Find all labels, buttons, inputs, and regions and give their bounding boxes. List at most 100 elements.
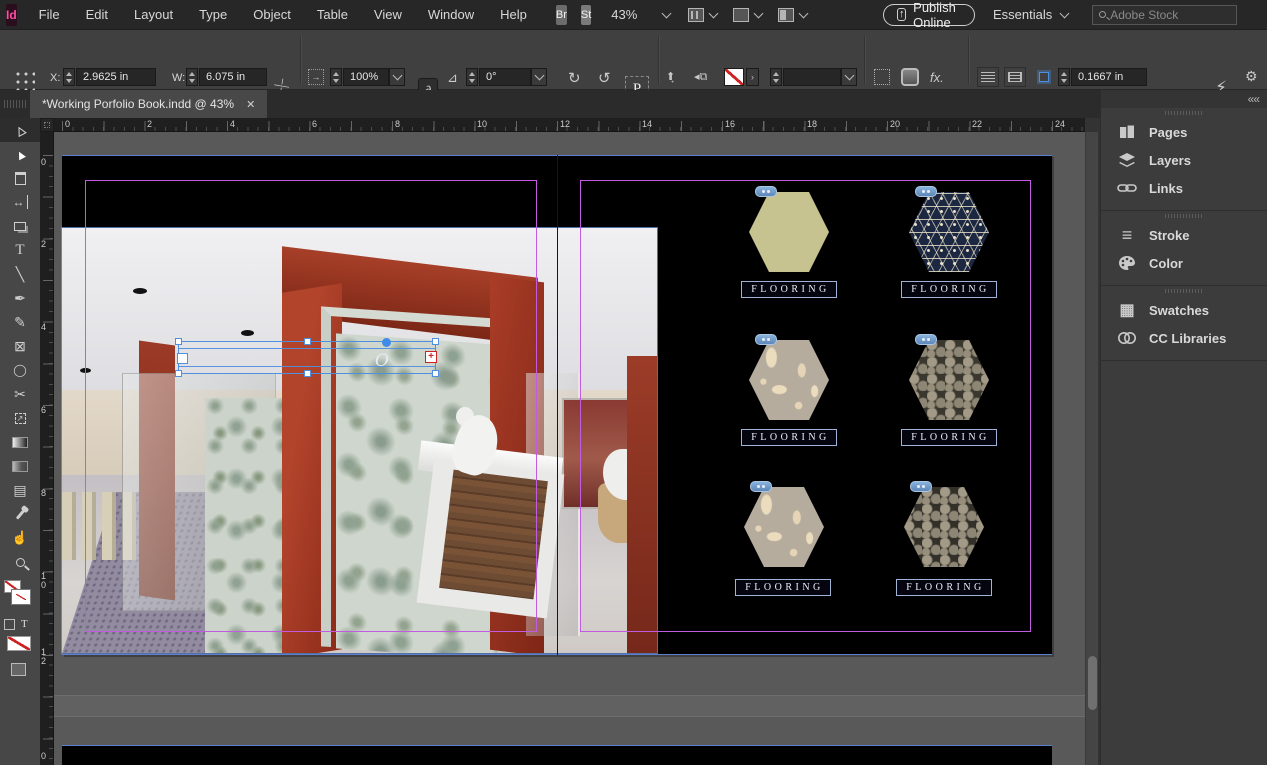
eyedropper-tool[interactable] [0,502,40,526]
bridge-button[interactable]: Br [555,4,567,25]
note-tool[interactable]: ▤ [0,478,40,502]
panel-group-grip[interactable] [1101,286,1267,296]
zoom-tool[interactable] [0,550,40,574]
search-input[interactable] [1110,7,1231,22]
link-badge-icon[interactable] [750,481,772,492]
line-tool[interactable]: ╲ [0,262,40,286]
selection-tool[interactable]: ▲ [0,118,40,142]
w-field[interactable]: 6.075 in [199,68,267,86]
link-badge-icon[interactable] [755,186,777,197]
arrange-documents-dropdown[interactable] [778,7,809,22]
zoom-level-value[interactable]: 43% [611,7,637,22]
effects-fx-icon[interactable]: fx. [930,70,944,85]
menu-file[interactable]: File [26,0,73,29]
page-tool[interactable] [0,166,40,190]
link-badge-icon[interactable] [915,186,937,197]
rotation-stepper[interactable] [466,68,478,86]
scale-x-stepper[interactable] [330,68,342,86]
scale-x-field[interactable]: 100% [343,68,389,86]
vertical-scrollbar[interactable] [1085,132,1098,765]
free-transform-tool[interactable]: ↗ [0,406,40,430]
content-collector-tool[interactable] [0,214,40,238]
stock-button[interactable]: St [580,4,592,25]
x-stepper[interactable] [63,68,75,86]
gradient-swatch-tool[interactable] [0,430,40,454]
affects-text-icon[interactable]: T [21,618,28,630]
link-badge-icon[interactable] [755,334,777,345]
menu-object[interactable]: Object [240,0,304,29]
menu-view[interactable]: View [361,0,415,29]
gear-icon[interactable]: ⚙ [1245,68,1258,85]
view-options-dropdown[interactable] [688,7,719,22]
selected-text-frame[interactable]: + O [175,338,439,377]
panel-links[interactable]: Links [1101,174,1267,202]
document-tab[interactable]: *Working Porfolio Book.indd @ 43% ✕ [30,90,268,118]
stroke-weight-field[interactable] [783,68,841,86]
rotation-dropdown[interactable] [531,68,547,86]
document-canvas[interactable]: FLOORING FLOORING FLOORING FLOORING FLOO… [54,132,1085,765]
stroke-weight-stepper[interactable] [770,68,782,86]
formatting-affects-toggle[interactable]: T [4,618,36,630]
type-tool[interactable]: T [0,238,40,262]
direct-selection-tool[interactable]: ▲ [0,142,40,166]
scale-x-dropdown[interactable] [389,68,405,86]
panel-cc-libraries[interactable]: CC Libraries [1101,324,1267,352]
scissors-tool[interactable]: ✂ [0,382,40,406]
wrap-bounding-box-button[interactable] [1004,67,1026,87]
corner-options-icon[interactable] [874,69,890,85]
select-prev-object-icon[interactable]: ⬆͎ [666,70,675,83]
chevron-down-icon[interactable] [661,8,672,18]
fill-stroke-proxy[interactable] [4,580,36,614]
collapse-panels-icon2[interactable]: « [1253,92,1260,106]
menu-type[interactable]: Type [186,0,240,29]
fill-swatch-none[interactable] [724,68,744,86]
workspace-switcher[interactable]: Essentials [993,7,1070,22]
menu-help[interactable]: Help [487,0,540,29]
corner-radius-icon[interactable] [901,68,919,86]
affects-container-icon[interactable] [4,618,15,630]
panel-swatches[interactable]: ▦ Swatches [1101,296,1267,324]
close-tab-icon[interactable]: ✕ [246,98,255,111]
ellipse-tool[interactable]: ◯ [0,358,40,382]
screen-mode-dropdown[interactable] [733,7,764,22]
spread-2-pages[interactable] [62,745,1052,765]
screen-mode-button[interactable] [11,663,26,676]
menu-layout[interactable]: Layout [121,0,186,29]
fill-flyout-arrow[interactable]: › [746,68,759,86]
link-badge-icon[interactable] [910,481,932,492]
gradient-feather-tool[interactable] [0,454,40,478]
rotate-ccw-icon[interactable]: ↺ [598,69,611,87]
adobe-stock-search[interactable] [1092,4,1238,25]
link-badge-icon[interactable] [915,334,937,345]
panel-layers[interactable]: Layers [1101,146,1267,174]
reference-point-proxy[interactable] [13,69,35,91]
overset-text-indicator[interactable]: + [425,351,437,363]
rectangle-frame-tool[interactable]: ⊠ [0,334,40,358]
text-in-port[interactable] [177,353,188,364]
select-container-icon[interactable]: ◂⧉ [694,70,707,84]
wrap-offset-field[interactable]: 0.1667 in [1071,68,1147,86]
panel-group-grip[interactable] [1101,108,1267,118]
stroke-swatch-icon[interactable] [11,589,31,605]
rotate-cw-icon[interactable]: ↻ [568,69,581,87]
stroke-weight-dropdown[interactable] [841,68,857,86]
rotation-field[interactable]: 0° [479,68,531,86]
menu-table[interactable]: Table [304,0,361,29]
ruler-origin-corner[interactable] [40,118,54,132]
pen-tool[interactable]: ✒ [0,286,40,310]
selection-anchor-dot[interactable] [382,338,391,347]
no-text-wrap-button[interactable] [977,67,999,87]
frame-handle-bl[interactable] [175,370,182,377]
frame-handle-bm[interactable] [304,370,311,377]
frame-handle-tr[interactable] [432,338,439,345]
scrollbar-thumb[interactable] [1088,656,1097,710]
frame-handle-tl[interactable] [175,338,182,345]
publish-online-button[interactable]: ↑ Publish Online [883,0,975,30]
x-field[interactable]: 2.9625 in [76,68,156,86]
menu-window[interactable]: Window [415,0,487,29]
gap-tool[interactable]: ↔ [0,190,40,214]
minimize-button[interactable] [1259,0,1267,29]
panel-group-grip[interactable] [1101,211,1267,221]
menu-edit[interactable]: Edit [73,0,121,29]
hand-tool[interactable]: ☝ [0,526,40,550]
